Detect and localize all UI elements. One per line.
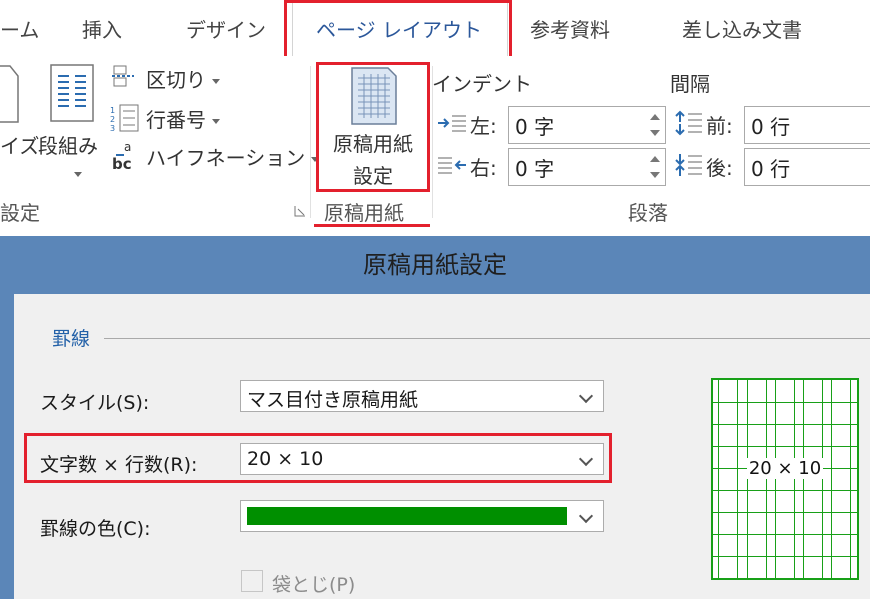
- indent-right-icon: [438, 157, 466, 174]
- svg-text:bc: bc: [112, 155, 132, 170]
- grid-preview-label: 20 × 10: [746, 458, 824, 479]
- dialog-launcher-icon[interactable]: [294, 205, 306, 217]
- spacing-after-value: 0 行: [751, 157, 791, 181]
- breaks-label: 区切り: [146, 68, 206, 92]
- paragraph-group-label: 段落: [628, 201, 668, 225]
- svg-text:1: 1: [110, 106, 115, 115]
- page-setup-group-label: 設定: [0, 201, 40, 225]
- columns-button[interactable]: 段組み: [38, 130, 98, 159]
- line-color-label: 罫線の色(C):: [40, 518, 151, 540]
- group-separator: [310, 66, 311, 218]
- breaks-icon: [112, 65, 134, 87]
- line-color-select[interactable]: [240, 500, 604, 532]
- spin-buttons[interactable]: [649, 110, 661, 140]
- indent-left-icon: [438, 115, 466, 132]
- hyphenation-button[interactable]: ハイフネーション: [146, 142, 320, 171]
- chevron-down-icon: [578, 508, 594, 524]
- columns-dropdown-caret[interactable]: [74, 172, 82, 177]
- breaks-button[interactable]: 区切り: [146, 64, 220, 93]
- hyphenation-label: ハイフネーション: [146, 146, 306, 170]
- spacing-after-spinner[interactable]: 0 行: [744, 148, 870, 186]
- indent-left-spinner[interactable]: 0 字: [508, 106, 666, 144]
- manuscript-settings-button[interactable]: [316, 62, 430, 192]
- line-numbers-dropdown-caret: [212, 119, 220, 124]
- spacing-before-icon: [675, 110, 702, 136]
- spin-buttons[interactable]: [649, 152, 661, 182]
- columns-icon: [50, 64, 94, 122]
- tab-design[interactable]: デザイン: [186, 14, 266, 43]
- chevron-down-icon: [578, 388, 594, 404]
- section-divider: [104, 338, 870, 339]
- spacing-before-label: 前:: [706, 114, 733, 138]
- svg-text:2: 2: [110, 115, 115, 124]
- manuscript-group-underline: [314, 224, 430, 227]
- highlight-grid-size-row: [24, 433, 612, 483]
- tab-insert[interactable]: 挿入: [82, 14, 122, 43]
- line-numbers-icon: 1 2 3: [110, 104, 139, 133]
- indent-heading: インデント: [432, 72, 532, 96]
- tab-home[interactable]: ーム: [0, 14, 39, 43]
- indent-right-label: 右:: [470, 156, 497, 180]
- fold-checkbox[interactable]: [241, 570, 263, 592]
- style-select-value: マス目付き原稿用紙: [247, 389, 419, 411]
- svg-text:a: a: [124, 140, 131, 154]
- fold-label: 袋とじ(P): [272, 574, 356, 596]
- tab-mailings[interactable]: 差し込み文書: [682, 14, 802, 43]
- line-color-swatch: [247, 507, 567, 525]
- style-label: スタイル(S):: [40, 392, 150, 414]
- spacing-after-icon: [675, 154, 702, 176]
- breaks-dropdown-caret: [212, 79, 220, 84]
- dialog-title: 原稿用紙設定: [363, 251, 507, 279]
- line-numbers-label: 行番号: [146, 108, 206, 132]
- svg-text:3: 3: [110, 124, 115, 133]
- indent-right-value: 0 字: [515, 157, 555, 181]
- size-icon: [0, 65, 19, 123]
- ruled-lines-section-label: 罫線: [52, 328, 91, 350]
- size-button[interactable]: イズ: [0, 130, 39, 159]
- style-select[interactable]: マス目付き原稿用紙: [240, 380, 604, 412]
- indent-left-value: 0 字: [515, 115, 555, 139]
- indent-left-label: 左:: [470, 114, 497, 138]
- indent-right-spinner[interactable]: 0 字: [508, 148, 666, 186]
- spacing-heading: 間隔: [670, 72, 710, 96]
- hyphenation-icon: a bc: [112, 140, 132, 170]
- spacing-after-label: 後:: [706, 156, 733, 180]
- manuscript-group-label: 原稿用紙: [324, 201, 404, 225]
- highlight-page-layout-tab: [284, 0, 512, 60]
- tab-references[interactable]: 参考資料: [530, 14, 610, 43]
- grid-preview: 20 × 10: [711, 378, 859, 580]
- spacing-before-value: 0 行: [751, 115, 791, 139]
- line-numbers-button[interactable]: 行番号: [146, 104, 220, 133]
- spacing-before-spinner[interactable]: 0 行: [744, 106, 870, 144]
